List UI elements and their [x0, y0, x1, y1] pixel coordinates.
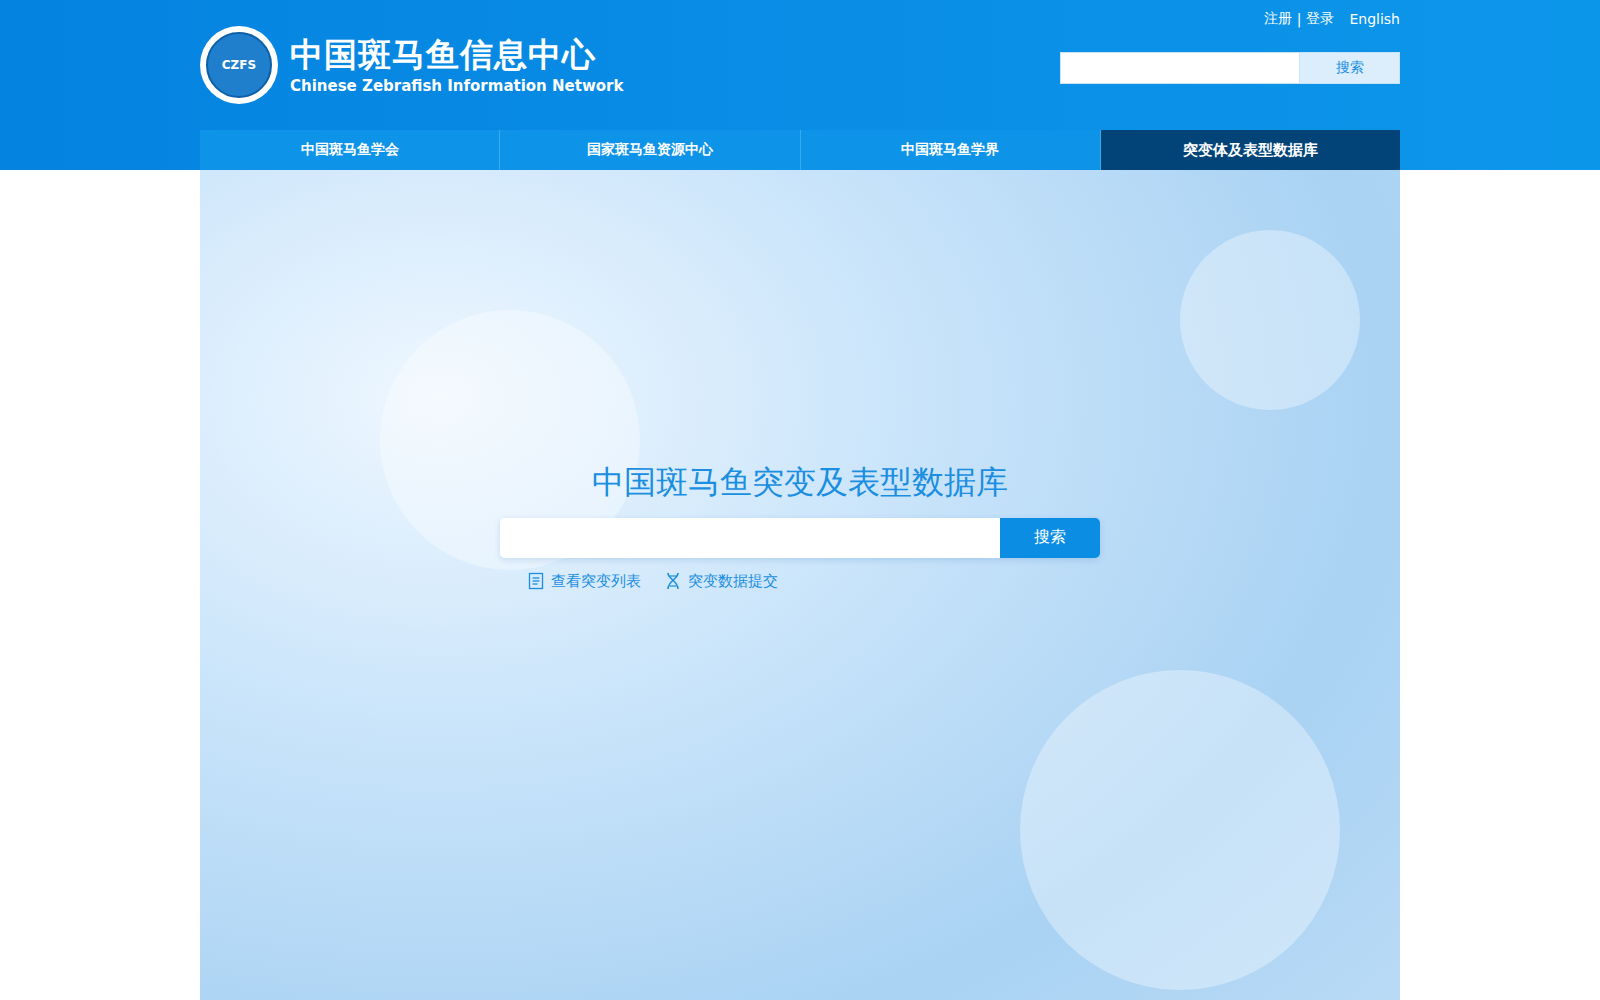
account-links: 注册 | 登录 English: [1264, 10, 1400, 28]
site-title: 中国斑马鱼信息中心: [290, 35, 623, 75]
list-icon: [528, 572, 544, 590]
page: CZFS 中国斑马鱼信息中心 Chinese Zebrafish Informa…: [0, 0, 1600, 1000]
hero-title: 中国斑马鱼突变及表型数据库: [592, 462, 1008, 504]
site-logo[interactable]: CZFS 中国斑马鱼信息中心 Chinese Zebrafish Informa…: [200, 0, 623, 130]
database-search-button[interactable]: 搜索: [1000, 518, 1100, 558]
main-nav: 中国斑马鱼学会国家斑马鱼资源中心中国斑马鱼学界突变体及表型数据库: [200, 130, 1400, 170]
background-bubble: [1020, 670, 1340, 990]
nav-item[interactable]: 国家斑马鱼资源中心: [499, 130, 799, 170]
hero: 中国斑马鱼突变及表型数据库 搜索 查看突变列表 突变数据提交: [200, 170, 1400, 1000]
nav-item[interactable]: 中国斑马鱼学界: [800, 130, 1100, 170]
site-search-input[interactable]: [1060, 52, 1300, 84]
site-search-button[interactable]: 搜索: [1300, 52, 1400, 84]
database-search-input[interactable]: [500, 518, 1000, 558]
language-link[interactable]: English: [1349, 11, 1400, 27]
site-subtitle: Chinese Zebrafish Information Network: [290, 77, 623, 95]
site-search: 搜索: [1060, 52, 1400, 84]
login-link[interactable]: 登录: [1306, 10, 1334, 28]
hero-link[interactable]: 突变数据提交: [665, 572, 778, 591]
link-separator: |: [1297, 11, 1302, 27]
database-search: 搜索: [500, 518, 1100, 558]
logo-badge-icon: CZFS: [200, 26, 278, 104]
register-link[interactable]: 注册: [1264, 10, 1292, 28]
dna-icon: [665, 572, 681, 590]
nav-item[interactable]: 突变体及表型数据库: [1100, 130, 1400, 170]
background-bubble: [1180, 230, 1360, 410]
site-header: CZFS 中国斑马鱼信息中心 Chinese Zebrafish Informa…: [0, 0, 1600, 170]
nav-item[interactable]: 中国斑马鱼学会: [200, 130, 499, 170]
hero-link[interactable]: 查看突变列表: [528, 572, 641, 591]
